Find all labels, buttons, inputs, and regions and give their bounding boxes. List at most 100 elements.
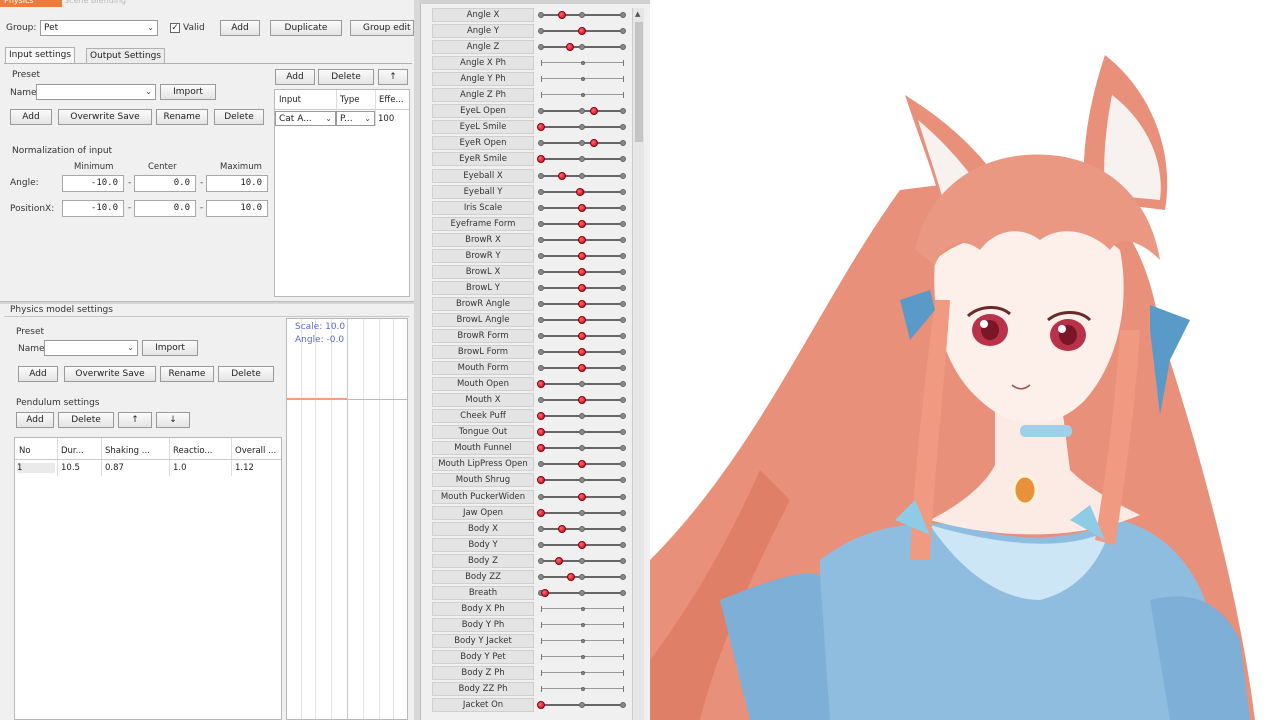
parameter-slider-knob[interactable]: [537, 428, 545, 437]
parameter-slider-knob[interactable]: [578, 396, 586, 405]
parameter-row[interactable]: Body X: [432, 521, 630, 537]
parameter-row[interactable]: Angle X Ph: [432, 55, 630, 71]
parameter-slider-knob[interactable]: [578, 460, 586, 469]
input-preset-name-select[interactable]: ⌄: [36, 84, 156, 100]
parameter-slider-knob[interactable]: [578, 267, 586, 276]
character-canvas[interactable]: [650, 0, 1280, 720]
parameter-slider-knob[interactable]: [590, 107, 599, 116]
parameter-row[interactable]: Body Z: [432, 553, 630, 569]
positionx-min-input[interactable]: -10.0: [62, 200, 124, 217]
parameter-slider-knob[interactable]: [576, 187, 585, 196]
parameter-slider-knob[interactable]: [537, 476, 545, 485]
scroll-up-icon[interactable]: ▲: [635, 10, 640, 18]
parameter-slider-knob[interactable]: [537, 155, 545, 164]
model-preset-rename-button[interactable]: Rename: [160, 366, 214, 382]
parameter-row[interactable]: Cheek Puff: [432, 408, 630, 424]
parameter-slider-knob[interactable]: [555, 556, 564, 565]
parameter-row[interactable]: Body Y: [432, 537, 630, 553]
parameter-row[interactable]: EyeR Smile: [432, 151, 630, 167]
parameter-slider-knob[interactable]: [578, 203, 586, 212]
group-select[interactable]: Pet ⌄: [40, 20, 158, 36]
parameter-slider-knob[interactable]: [537, 123, 545, 132]
tab-scene-blending[interactable]: Scene Blending: [64, 0, 154, 5]
pendulum-add-button[interactable]: Add: [16, 412, 54, 428]
pendulum-up-button[interactable]: ↑: [118, 412, 152, 428]
no-col-header[interactable]: No: [19, 446, 57, 456]
tab-physics[interactable]: Physics: [0, 0, 62, 7]
parameter-row[interactable]: Angle Y: [432, 23, 630, 39]
input-delete-button[interactable]: Delete: [318, 69, 374, 85]
parameter-slider-knob[interactable]: [578, 540, 586, 549]
group-edit-button[interactable]: Group edit: [350, 20, 414, 36]
parameter-row[interactable]: Eyeball X: [432, 168, 630, 184]
parameter-row[interactable]: Body Y Pet: [432, 649, 630, 665]
parameter-row[interactable]: EyeL Open: [432, 103, 630, 119]
input-preset-import-button[interactable]: Import: [160, 84, 216, 100]
parameter-slider-knob[interactable]: [578, 299, 586, 308]
parameter-row[interactable]: Angle Y Ph: [432, 71, 630, 87]
parameter-slider-knob[interactable]: [537, 380, 545, 389]
parameter-slider-knob[interactable]: [578, 219, 586, 228]
model-preset-name-select[interactable]: ⌄: [44, 340, 138, 356]
tab-input-settings[interactable]: Input settings: [5, 47, 76, 63]
scrollbar-thumb[interactable]: [635, 22, 643, 142]
parameter-slider-knob[interactable]: [557, 11, 566, 19]
input-preset-add-button[interactable]: Add: [10, 109, 52, 125]
parameter-row[interactable]: Body Y Jacket: [432, 633, 630, 649]
parameter-row[interactable]: EyeL Smile: [432, 119, 630, 135]
parameter-slider-knob[interactable]: [557, 171, 566, 180]
duration-col-header[interactable]: Dur...: [61, 446, 101, 456]
model-preset-import-button[interactable]: Import: [142, 340, 198, 356]
parameter-slider-knob[interactable]: [578, 332, 586, 340]
input-col-header[interactable]: Input: [279, 95, 333, 105]
parameter-row[interactable]: Jaw Open: [432, 505, 630, 521]
panel-splitter[interactable]: [0, 301, 414, 304]
parameter-slider-knob[interactable]: [565, 43, 574, 52]
parameter-slider-knob[interactable]: [578, 348, 586, 357]
parameter-row[interactable]: Body ZZ Ph: [432, 681, 630, 697]
parameter-row[interactable]: Body Z Ph: [432, 665, 630, 681]
input-row-input-select[interactable]: Cat A... ⌄: [275, 111, 336, 126]
parameter-slider-knob[interactable]: [578, 364, 586, 373]
parameter-row[interactable]: Angle Z: [432, 39, 630, 55]
parameter-row[interactable]: Iris Scale: [432, 200, 630, 216]
parameter-row[interactable]: BrowR X: [432, 232, 630, 248]
input-preset-rename-button[interactable]: Rename: [156, 109, 208, 125]
parameter-slider-knob[interactable]: [566, 572, 575, 581]
reaction-col-header[interactable]: Reactio...: [173, 446, 231, 456]
parameter-row[interactable]: Body ZZ: [432, 569, 630, 585]
parameter-row[interactable]: BrowL Y: [432, 280, 630, 296]
parameter-row[interactable]: BrowL Form: [432, 344, 630, 360]
parameter-slider-knob[interactable]: [578, 235, 586, 244]
parameter-slider-knob[interactable]: [578, 492, 586, 501]
input-row-effect[interactable]: 100: [378, 114, 394, 124]
positionx-max-input[interactable]: 10.0: [206, 200, 268, 217]
parameter-scrollbar[interactable]: ▲: [632, 8, 644, 720]
parameter-row[interactable]: Body Y Ph: [432, 617, 630, 633]
parameter-slider-knob[interactable]: [537, 412, 545, 421]
parameter-row[interactable]: Mouth Funnel: [432, 440, 630, 456]
angle-center-input[interactable]: 0.0: [134, 175, 196, 192]
parameter-row[interactable]: Mouth X: [432, 392, 630, 408]
parameter-row[interactable]: BrowR Form: [432, 328, 630, 344]
parameter-row[interactable]: Angle X: [432, 7, 630, 23]
parameter-row[interactable]: Jacket On: [432, 697, 630, 713]
table-row[interactable]: 1 10.5 0.87 1.0 1.12: [15, 460, 281, 475]
pendulum-delete-button[interactable]: Delete: [58, 412, 114, 428]
parameter-row[interactable]: EyeR Open: [432, 135, 630, 151]
model-preset-delete-button[interactable]: Delete: [218, 366, 274, 382]
parameter-row[interactable]: BrowL Angle: [432, 312, 630, 328]
parameter-slider-knob[interactable]: [578, 251, 586, 260]
model-preset-overwrite-button[interactable]: Overwrite Save: [64, 366, 156, 382]
parameter-slider-knob[interactable]: [537, 444, 545, 453]
duplicate-button[interactable]: Duplicate: [270, 20, 342, 36]
parameter-slider-knob[interactable]: [590, 139, 599, 148]
parameter-row[interactable]: Mouth LipPress Open: [432, 456, 630, 472]
parameter-row[interactable]: Tongue Out: [432, 424, 630, 440]
parameter-slider-knob[interactable]: [578, 27, 586, 36]
parameter-slider-knob[interactable]: [537, 701, 545, 710]
parameter-slider-knob[interactable]: [578, 315, 586, 324]
parameter-slider-knob[interactable]: [537, 508, 545, 517]
parameter-row[interactable]: Mouth Open: [432, 376, 630, 392]
parameter-row[interactable]: Eyeball Y: [432, 184, 630, 200]
